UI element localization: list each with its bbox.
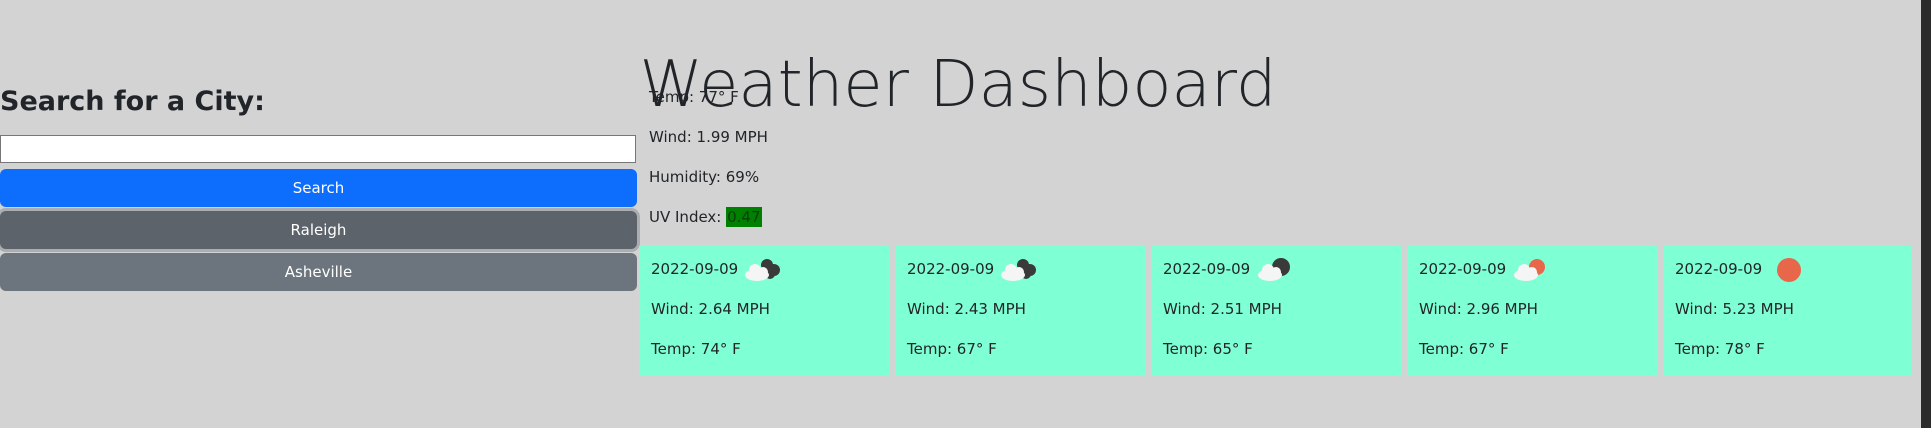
- uv-index-badge: 0.47: [726, 207, 762, 227]
- forecast-temp: Temp: 65° F: [1163, 340, 1253, 358]
- forecast-card: 2022-09-09 Wind: 2.64 MPH Temp: 74° F: [639, 246, 889, 376]
- forecast-wind: Wind: 2.64 MPH: [651, 300, 770, 318]
- forecast-temp: Temp: 78° F: [1675, 340, 1765, 358]
- forecast-card: 2022-09-09 Wind: 2.43 MPH Temp: 67° F: [895, 246, 1145, 376]
- forecast-date: 2022-09-09: [1675, 260, 1763, 278]
- forecast-temp: Temp: 74° F: [651, 340, 741, 358]
- forecast-wind: Wind: 2.96 MPH: [1419, 300, 1538, 318]
- search-button[interactable]: Search: [0, 169, 637, 207]
- window-edge: [1921, 0, 1931, 428]
- search-input[interactable]: [0, 135, 636, 163]
- broken-clouds-icon: [1001, 259, 1036, 281]
- forecast-wind: Wind: 2.51 MPH: [1163, 300, 1282, 318]
- forecast-date: 2022-09-09: [651, 260, 739, 278]
- uv-label: UV Index:: [649, 208, 727, 226]
- broken-clouds-icon: [745, 259, 780, 281]
- history-button-asheville[interactable]: Asheville: [0, 253, 637, 291]
- forecast-date: 2022-09-09: [1419, 260, 1507, 278]
- forecast-date: 2022-09-09: [907, 260, 995, 278]
- forecast-card: 2022-09-09 Wind: 5.23 MPH Temp: 78° F: [1663, 246, 1911, 376]
- forecast-temp: Temp: 67° F: [907, 340, 997, 358]
- forecast-card: 2022-09-09 Wind: 2.51 MPH Temp: 65° F: [1151, 246, 1401, 376]
- current-uv: UV Index: 0.47: [649, 207, 762, 227]
- current-wind: Wind: 1.99 MPH: [649, 128, 768, 146]
- forecast-wind: Wind: 5.23 MPH: [1675, 300, 1794, 318]
- forecast-temp: Temp: 67° F: [1419, 340, 1509, 358]
- current-humidity: Humidity: 69%: [649, 168, 760, 186]
- history-button-raleigh[interactable]: Raleigh: [0, 211, 637, 249]
- search-label: Search for a City:: [0, 86, 265, 117]
- overcast-clouds-icon: [1258, 258, 1290, 281]
- forecast-date: 2022-09-09: [1163, 260, 1251, 278]
- clear-sky-icon: [1777, 258, 1801, 282]
- few-clouds-icon: [1514, 259, 1545, 281]
- current-temp: Temp: 77° F: [649, 88, 739, 106]
- forecast-card: 2022-09-09 Wind: 2.96 MPH Temp: 67° F: [1407, 246, 1657, 376]
- page-title: Weather Dashboard: [639, 47, 1277, 122]
- forecast-wind: Wind: 2.43 MPH: [907, 300, 1026, 318]
